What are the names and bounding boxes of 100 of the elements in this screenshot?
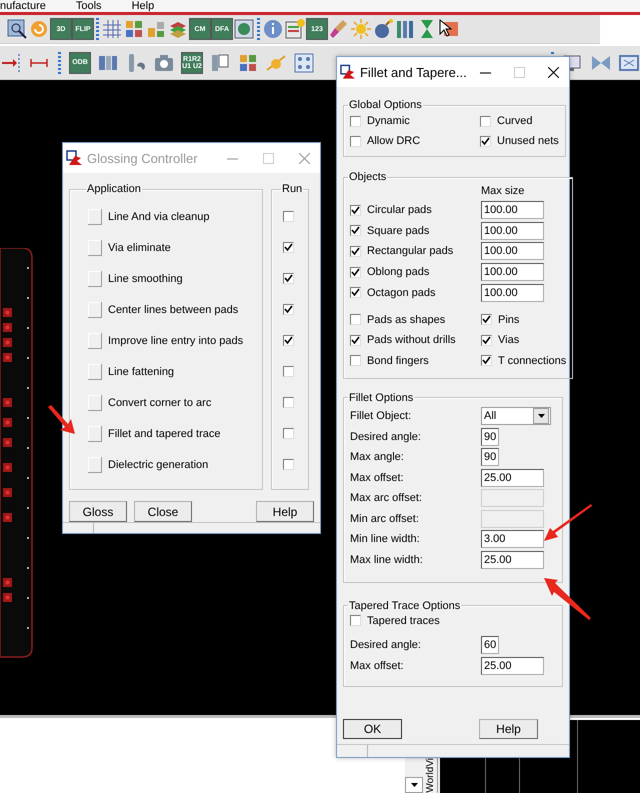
input-field[interactable]: 100.00 <box>481 201 544 220</box>
option-label: Allow DRC <box>367 135 420 147</box>
checkbox[interactable] <box>481 334 492 346</box>
bars-icon[interactable] <box>394 18 416 40</box>
field-label: Max offset: <box>350 660 405 672</box>
checkbox[interactable] <box>350 225 361 236</box>
option-label: Improve line entry into pads <box>108 334 244 346</box>
input-field[interactable]: 90 <box>481 448 499 466</box>
row-button[interactable] <box>88 208 102 224</box>
row-button[interactable] <box>88 456 102 472</box>
dropdown[interactable]: All <box>481 407 551 426</box>
close-icon[interactable] <box>548 66 560 78</box>
checkbox[interactable] <box>283 428 294 439</box>
input-field[interactable]: 25.00 <box>481 656 544 675</box>
checkbox[interactable] <box>481 355 492 366</box>
checkbox[interactable] <box>283 304 294 315</box>
checkbox[interactable] <box>350 136 361 146</box>
checkbox[interactable] <box>283 273 294 284</box>
input-field[interactable]: 25.00 <box>481 550 544 569</box>
dialog-button[interactable]: Close <box>134 501 192 522</box>
menu-item[interactable]: nufacture <box>0 0 46 12</box>
field-label: Desired angle: <box>350 430 422 443</box>
input-field[interactable]: 100.00 <box>481 222 544 240</box>
checkbox[interactable] <box>283 335 294 346</box>
input-field[interactable]: 100.00 <box>481 284 544 302</box>
checkbox[interactable] <box>350 266 361 278</box>
checkbox[interactable] <box>350 246 361 257</box>
dialog-button[interactable]: Gloss <box>69 501 127 522</box>
checkbox[interactable] <box>283 366 294 377</box>
dialog-button[interactable]: Help <box>256 501 314 522</box>
option-label: Square pads <box>367 224 430 237</box>
option-label: Line And via cleanup <box>108 210 210 222</box>
dot-grid-icon[interactable] <box>293 52 315 74</box>
input-field[interactable]: 90 <box>481 428 499 446</box>
dialog-button[interactable]: OK <box>343 718 402 739</box>
field-label: Min line width: <box>350 533 421 546</box>
field-label: Max angle: <box>350 451 405 464</box>
checkbox[interactable] <box>481 314 492 326</box>
checkbox[interactable] <box>283 211 294 222</box>
menu-item[interactable]: Help <box>132 0 154 12</box>
option-label: Line smoothing <box>108 272 183 284</box>
sheet-icon[interactable] <box>284 18 306 40</box>
row-button[interactable] <box>88 302 102 318</box>
input-field[interactable]: 25.00 <box>481 468 544 487</box>
input-field[interactable]: 3.00 <box>481 530 544 548</box>
row-button[interactable] <box>88 394 102 410</box>
tab-label[interactable]: WorldVi <box>425 758 438 793</box>
window-title: Glossing Controller <box>87 150 199 166</box>
checkbox[interactable] <box>283 242 294 253</box>
row-button[interactable] <box>88 426 102 442</box>
field-label: Fillet Object: <box>350 410 412 422</box>
app-logo-icon <box>340 64 356 80</box>
checkbox[interactable] <box>350 287 361 298</box>
window-title: Fillet and Tapere... <box>360 64 467 80</box>
dropdown-button[interactable] <box>405 777 423 793</box>
app-logo-icon <box>66 150 83 166</box>
option-label: Via eliminate <box>108 242 171 254</box>
option-label: T connections <box>498 354 566 367</box>
option-label: Dielectric generation <box>108 458 208 470</box>
checkbox[interactable] <box>480 136 491 146</box>
input-field[interactable]: 100.00 <box>481 242 544 260</box>
brush-icon[interactable] <box>328 18 350 40</box>
arrow <box>48 405 76 435</box>
panel-icon[interactable] <box>209 52 231 74</box>
group-title: Application <box>86 183 142 195</box>
option-label: Octagon pads <box>367 286 436 299</box>
checkbox[interactable] <box>283 397 294 408</box>
tiles-icon[interactable] <box>123 18 145 40</box>
group-title: Fillet Options <box>348 392 414 404</box>
input-field[interactable]: 60 <box>481 636 499 654</box>
checkbox[interactable] <box>350 204 361 216</box>
checkbox[interactable] <box>283 459 294 470</box>
row-button[interactable] <box>88 332 102 348</box>
checkbox[interactable] <box>350 615 361 626</box>
field-label: Min arc offset: <box>350 512 420 525</box>
checkbox[interactable] <box>350 116 361 126</box>
checkbox[interactable] <box>350 334 361 346</box>
menu-item[interactable]: Tools <box>76 0 102 12</box>
checkbox[interactable] <box>480 116 491 126</box>
option-label: Bond fingers <box>367 354 429 367</box>
checkbox[interactable] <box>350 355 361 366</box>
row-button[interactable] <box>88 240 102 256</box>
option-label: Circular pads <box>367 204 432 216</box>
bomb-icon[interactable] <box>372 18 394 40</box>
zoom-icon[interactable] <box>6 18 28 40</box>
checkbox[interactable] <box>350 314 361 326</box>
group-title: Objects <box>348 171 388 183</box>
marker-icon[interactable] <box>0 52 22 74</box>
option-label: Vias <box>498 334 520 346</box>
row-button[interactable] <box>88 364 102 380</box>
column-header: Max size <box>481 185 524 197</box>
dialog-button[interactable]: Help <box>479 718 538 739</box>
group-title: Tapered Trace Options <box>348 600 462 612</box>
input-field[interactable]: 100.00 <box>481 263 544 282</box>
info-icon[interactable] <box>262 18 284 40</box>
field-label: Max arc offset: <box>350 492 423 504</box>
field-label: Max line width: <box>350 554 424 566</box>
caret-icon <box>410 783 418 787</box>
row-button[interactable] <box>88 270 102 286</box>
grid-icon[interactable] <box>101 18 123 40</box>
